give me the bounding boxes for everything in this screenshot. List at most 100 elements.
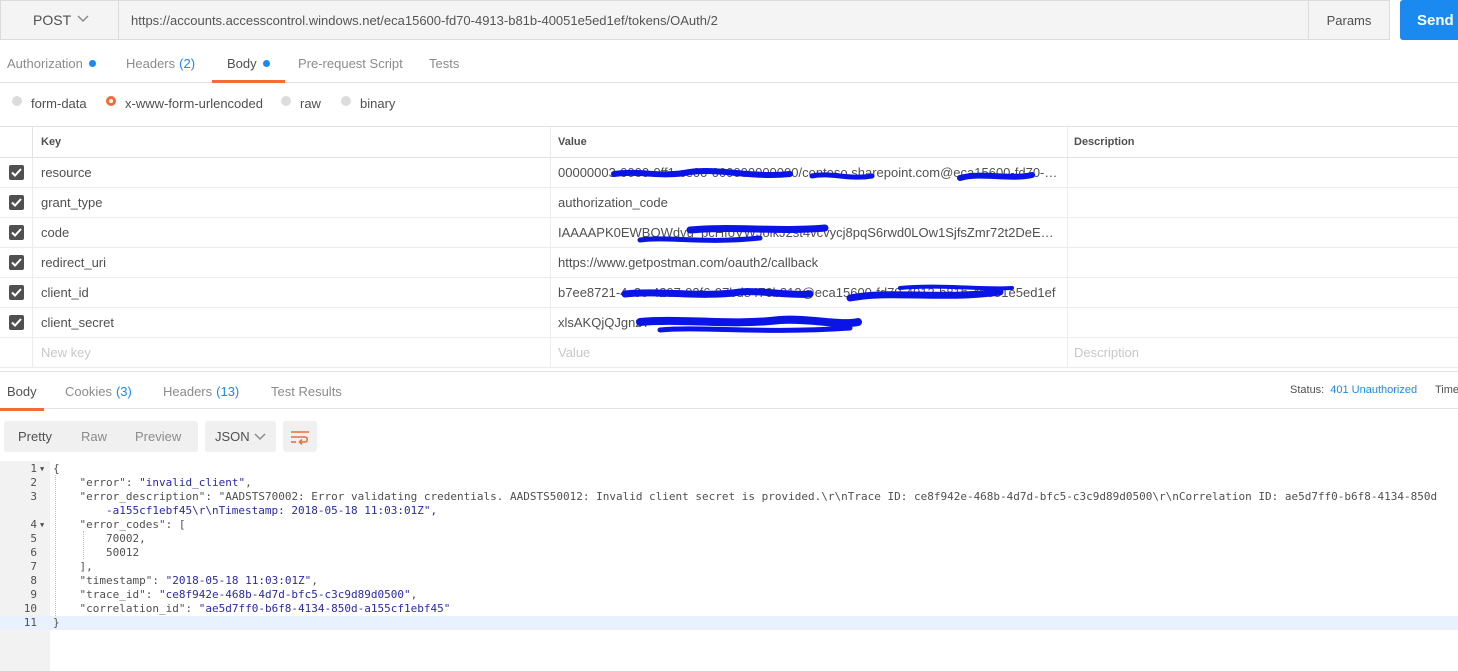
radio-binary[interactable]: binary bbox=[341, 93, 395, 113]
status-code: 401 Unauthorized bbox=[1330, 384, 1418, 396]
request-tabs: Authorization Headers (2) Body Pre-reques… bbox=[0, 44, 1458, 83]
fold-arrow-icon[interactable]: ▼ bbox=[40, 462, 44, 476]
fold-arrow-icon[interactable]: ▼ bbox=[40, 518, 44, 532]
code-text: "error_codes": [ bbox=[79, 518, 186, 531]
view-mode-raw[interactable]: Raw bbox=[81, 421, 107, 452]
placeholder-text: Description bbox=[1074, 345, 1140, 360]
tab-label: Pre-request Script bbox=[298, 55, 403, 71]
method-select[interactable]: POST bbox=[0, 0, 118, 40]
value-cell[interactable]: https://www.getpostman.com/oauth2/callba… bbox=[551, 248, 1068, 277]
value-text: b7ee8721-4c8c-4207-93f6-97bd8470b313@eca… bbox=[558, 285, 1056, 300]
radio-off-icon bbox=[12, 96, 22, 106]
line-number: 8 bbox=[30, 574, 37, 587]
tab-label: Cookies bbox=[65, 383, 112, 399]
key-cell[interactable]: resource bbox=[33, 158, 551, 187]
tab-label: Body bbox=[7, 383, 37, 399]
description-cell[interactable] bbox=[1068, 188, 1458, 217]
code-text: } bbox=[53, 616, 60, 629]
key-cell[interactable]: redirect_uri bbox=[33, 248, 551, 277]
params-table: Key Value Description resource 00000003-… bbox=[0, 126, 1458, 368]
tab-authorization[interactable]: Authorization bbox=[7, 44, 96, 82]
checkbox-checked-icon[interactable] bbox=[8, 315, 24, 330]
wrap-lines-button[interactable] bbox=[283, 421, 317, 452]
radio-form-data[interactable]: form-data bbox=[12, 93, 87, 113]
params-button[interactable]: Params bbox=[1308, 0, 1390, 40]
checkbox-checked-icon[interactable] bbox=[8, 165, 24, 180]
value-cell[interactable]: xlsAKQjQJgnzT bbox=[551, 308, 1068, 337]
tab-count: (2) bbox=[179, 55, 196, 71]
table-row: code IAAAAPK0EWBOWdvu_pcHfoVWJoikJ2st4vc… bbox=[0, 218, 1458, 248]
description-cell[interactable] bbox=[1068, 308, 1458, 337]
code-text: "trace_id": "ce8f942e-468b-4d7d-bfc5-c3c… bbox=[79, 588, 418, 601]
key-cell[interactable]: code bbox=[33, 218, 551, 247]
new-value-input[interactable]: Value bbox=[551, 338, 1068, 367]
code-line: 2 "error": "invalid_client", bbox=[0, 476, 1458, 490]
value-text: xlsAKQjQJgnzT bbox=[558, 315, 650, 330]
code-line: 8 "timestamp": "2018-05-18 11:03:01Z", bbox=[0, 574, 1458, 588]
code-line: 7 ], bbox=[0, 560, 1458, 574]
send-button[interactable]: Send bbox=[1400, 0, 1458, 40]
tab-count: (3) bbox=[115, 383, 132, 399]
value-text: IAAAAPK0EWBOWdvu_pcHfoVWJoikJ2st4vcvycj8… bbox=[558, 225, 1063, 240]
view-mode-pretty[interactable]: Pretty bbox=[18, 421, 52, 452]
code-text: 50012 bbox=[53, 546, 140, 559]
value-cell[interactable]: IAAAAPK0EWBOWdvu_pcHfoVWJoikJ2st4vcvycj8… bbox=[551, 218, 1068, 247]
row-check-cell bbox=[0, 278, 33, 307]
body-type-selector: form-data x-www-form-urlencoded raw bina… bbox=[0, 83, 1458, 127]
radio-off-icon bbox=[281, 96, 291, 106]
tab-tests[interactable]: Tests bbox=[429, 44, 459, 82]
description-cell[interactable] bbox=[1068, 218, 1458, 247]
table-header-check bbox=[0, 127, 33, 157]
response-code-editor[interactable]: 1 ▼{2 "error": "invalid_client", 3 "error_… bbox=[0, 461, 1458, 671]
tab-response-headers[interactable]: Headers (13) bbox=[163, 372, 239, 410]
radio-raw[interactable]: raw bbox=[281, 93, 321, 113]
line-number: 1 bbox=[30, 462, 37, 475]
radio-x-www-form-urlencoded[interactable]: x-www-form-urlencoded bbox=[106, 93, 263, 113]
tab-cookies[interactable]: Cookies (3) bbox=[65, 372, 132, 410]
code-line: 5 70002, bbox=[0, 532, 1458, 546]
url-input[interactable]: https://accounts.accesscontrol.windows.n… bbox=[118, 0, 1309, 40]
code-line: 4 ▼ "error_codes": [ bbox=[0, 518, 1458, 532]
format-label: JSON bbox=[215, 429, 250, 444]
description-cell[interactable] bbox=[1068, 248, 1458, 277]
format-select[interactable]: JSON bbox=[205, 421, 276, 452]
tab-label: Headers bbox=[163, 383, 213, 399]
tab-test-results[interactable]: Test Results bbox=[271, 372, 342, 410]
row-check-cell bbox=[0, 338, 33, 367]
code-text: { bbox=[53, 462, 60, 475]
code-line: 9 "trace_id": "ce8f942e-468b-4d7d-bfc5-c… bbox=[0, 588, 1458, 602]
line-number: 4 bbox=[30, 518, 37, 531]
value-cell[interactable]: 00000003-0000-0ff1-ce00-000000000000/con… bbox=[551, 158, 1068, 187]
column-header-key: Key bbox=[33, 127, 551, 157]
row-check-cell bbox=[0, 248, 33, 277]
tab-body[interactable]: Body bbox=[212, 44, 285, 83]
tab-response-body[interactable]: Body bbox=[0, 372, 44, 411]
key-cell[interactable]: client_secret bbox=[33, 308, 551, 337]
description-cell[interactable] bbox=[1068, 278, 1458, 307]
line-number: 2 bbox=[30, 476, 37, 489]
tab-pre-request-script[interactable]: Pre-request Script bbox=[298, 44, 403, 82]
new-key-input[interactable]: New key bbox=[33, 338, 551, 367]
key-cell[interactable]: grant_type bbox=[33, 188, 551, 217]
status-label: Status: bbox=[1290, 384, 1325, 396]
tab-label: Tests bbox=[429, 55, 460, 71]
modified-dot-icon bbox=[262, 59, 270, 67]
tab-headers[interactable]: Headers (2) bbox=[126, 44, 195, 82]
value-cell[interactable]: b7ee8721-4c8c-4207-93f6-97bd8470b313@eca… bbox=[551, 278, 1068, 307]
key-cell[interactable]: client_id bbox=[33, 278, 551, 307]
code-text: "correlation_id": "ae5d7ff0-b6f8-4134-85… bbox=[79, 602, 451, 615]
tab-label: Authorization bbox=[7, 55, 83, 71]
checkbox-checked-icon[interactable] bbox=[8, 255, 24, 270]
checkbox-checked-icon[interactable] bbox=[8, 285, 24, 300]
code-text: ], bbox=[53, 560, 93, 573]
line-number: 7 bbox=[30, 560, 37, 573]
view-mode-preview[interactable]: Preview bbox=[135, 421, 181, 452]
code-line: 6 50012 bbox=[0, 546, 1458, 560]
checkbox-checked-icon[interactable] bbox=[8, 225, 24, 240]
new-description-input[interactable]: Description bbox=[1068, 338, 1458, 367]
code-line: 1 ▼ { bbox=[0, 462, 1458, 476]
value-cell[interactable]: authorization_code bbox=[551, 188, 1068, 217]
checkbox-checked-icon[interactable] bbox=[8, 195, 24, 210]
tab-label: Body bbox=[227, 55, 257, 71]
description-cell[interactable] bbox=[1068, 158, 1458, 187]
